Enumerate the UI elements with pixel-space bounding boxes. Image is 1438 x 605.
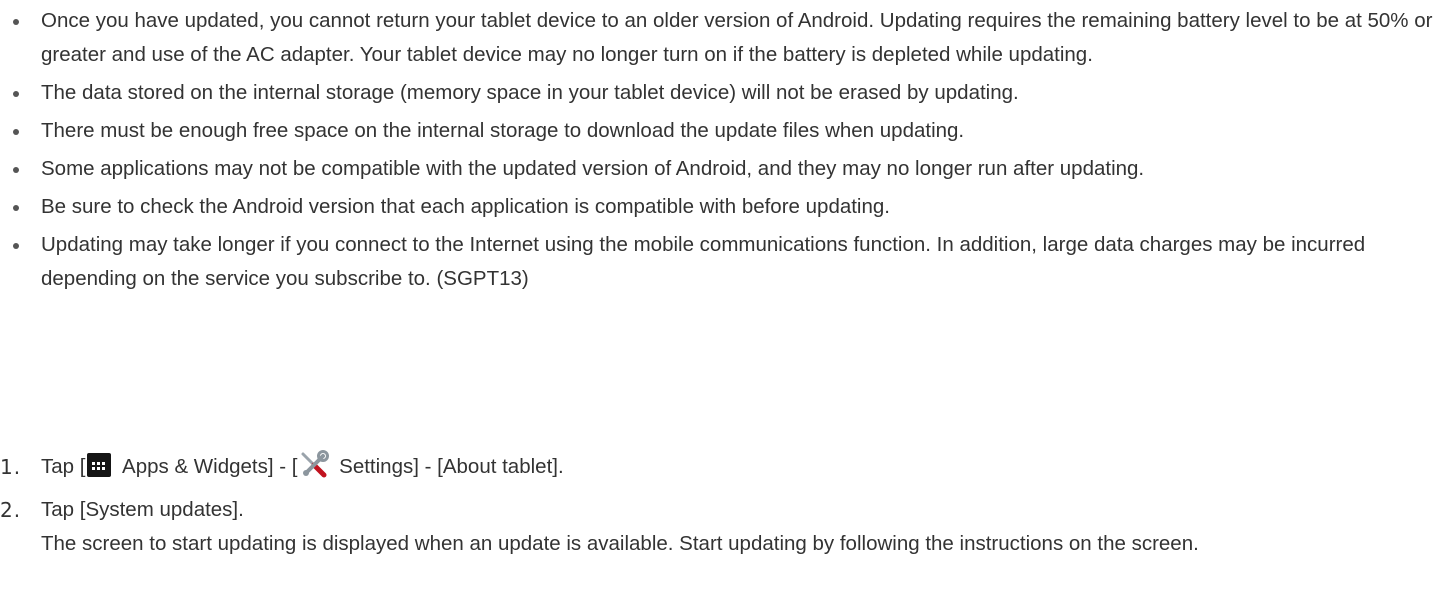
note-text: Be sure to check the Android version tha… — [41, 195, 890, 218]
bullet-icon — [13, 129, 19, 135]
step-text-open: Tap [ — [41, 455, 86, 478]
note-text: The data stored on the internal storage … — [41, 81, 1019, 104]
step-detail: The screen to start updating is displaye… — [41, 532, 1199, 555]
list-item: There must be enough free space on the i… — [0, 114, 1438, 148]
notes-list: Once you have updated, you cannot return… — [0, 4, 1438, 300]
help-page: Once you have updated, you cannot return… — [0, 0, 1438, 605]
bullet-icon — [13, 243, 19, 249]
step-text: Tap [System updates]. — [41, 498, 244, 521]
step-number: 1. — [0, 455, 22, 479]
list-item: Be sure to check the Android version tha… — [0, 190, 1438, 224]
steps-list: 1. Tap [ Apps & Widgets] - [ Settings] -… — [0, 450, 1438, 570]
bullet-icon — [13, 205, 19, 211]
note-text: Updating may take longer if you connect … — [41, 233, 1366, 290]
list-item: Updating may take longer if you connect … — [0, 228, 1438, 296]
note-text: Some applications may not be compatible … — [41, 157, 1145, 180]
note-text: Once you have updated, you cannot return… — [41, 9, 1433, 66]
bullet-icon — [13, 167, 19, 173]
bullet-icon — [13, 91, 19, 97]
step-number: 2. — [0, 498, 22, 522]
step-text-settings: Settings] - [About tablet]. — [333, 455, 564, 478]
step-1: 1. Tap [ Apps & Widgets] - [ Settings] -… — [0, 450, 1438, 484]
note-text: There must be enough free space on the i… — [41, 119, 965, 142]
bullet-icon — [13, 19, 19, 25]
step-text-apps: Apps & Widgets] - [ — [117, 455, 298, 478]
list-item: The data stored on the internal storage … — [0, 76, 1438, 110]
apps-widgets-icon — [87, 453, 112, 477]
list-item: Some applications may not be compatible … — [0, 152, 1438, 186]
list-item: Once you have updated, you cannot return… — [0, 4, 1438, 72]
step-2: 2. Tap [System updates]. The screen to s… — [0, 493, 1438, 561]
settings-tools-icon — [301, 450, 330, 478]
